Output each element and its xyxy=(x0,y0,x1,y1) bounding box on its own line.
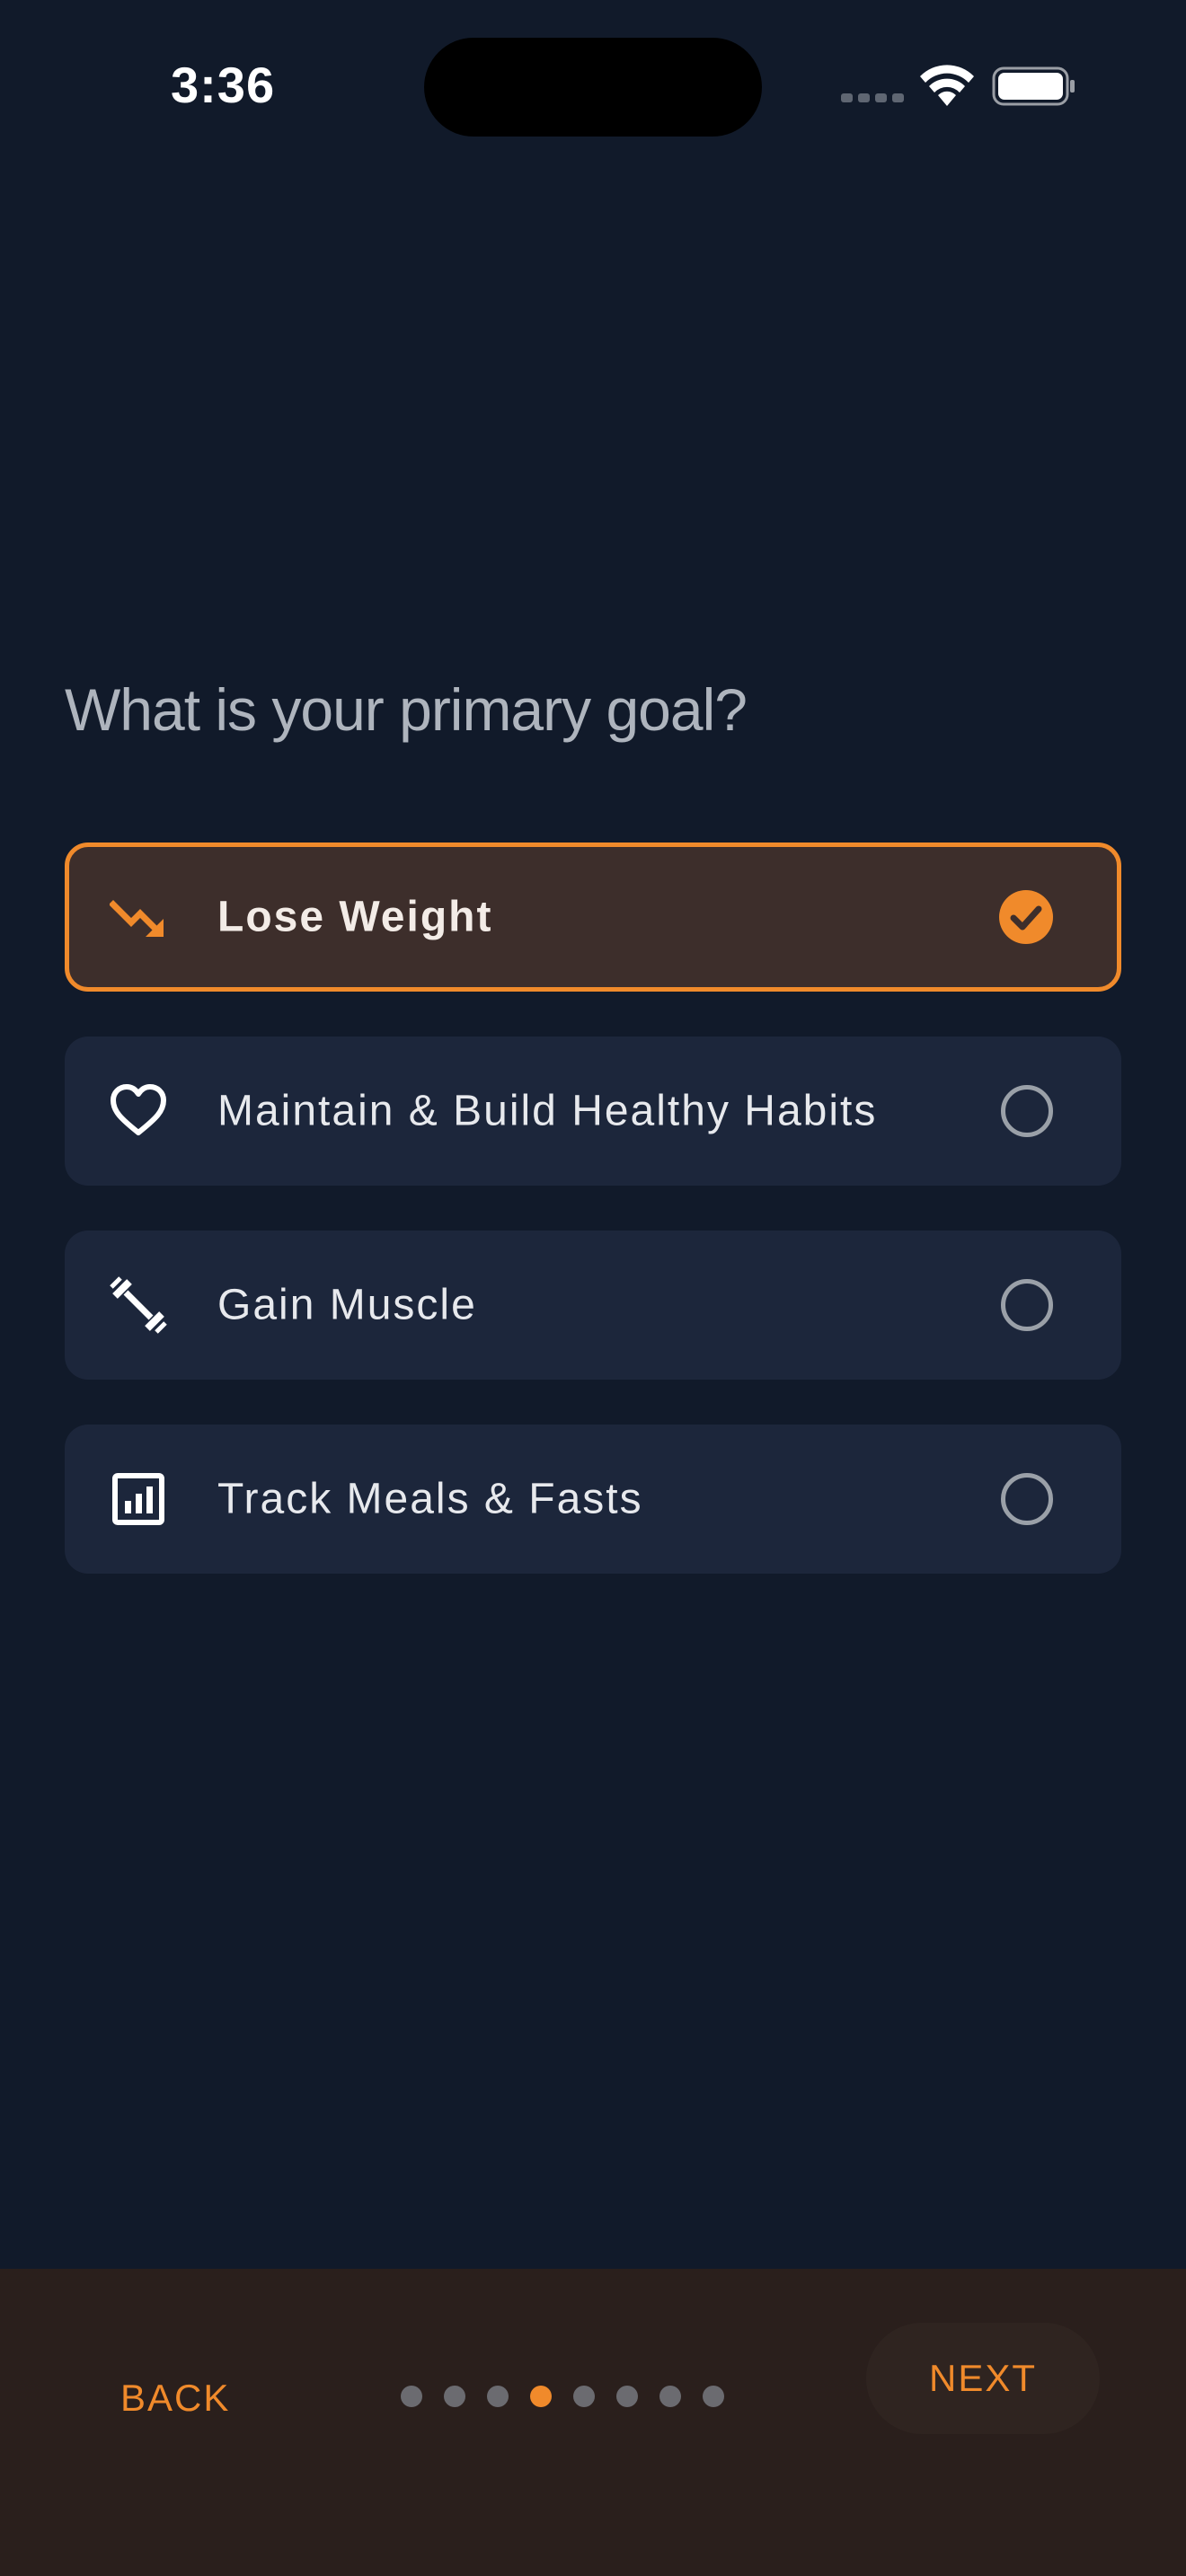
option-label: Track Meals & Fasts xyxy=(217,1475,643,1523)
option-lose-weight[interactable]: Lose Weight xyxy=(65,842,1121,992)
status-time: 3:36 xyxy=(171,57,276,113)
status-bar: 3:36 xyxy=(0,0,1186,180)
option-maintain-healthy-habits[interactable]: Maintain & Build Healthy Habits xyxy=(65,1037,1121,1186)
page-dot xyxy=(616,2386,638,2407)
page-dot xyxy=(703,2386,724,2407)
option-track-meals-fasts[interactable]: Track Meals & Fasts xyxy=(65,1425,1121,1574)
option-label: Maintain & Build Healthy Habits xyxy=(217,1087,878,1135)
page-dot xyxy=(401,2386,422,2407)
radio-unchecked-icon xyxy=(1001,1279,1053,1331)
radio-unchecked-icon xyxy=(1001,1085,1053,1137)
page-dot xyxy=(444,2386,465,2407)
page-indicator xyxy=(401,2386,724,2407)
checkmark-circle-icon xyxy=(999,890,1053,944)
question-title: What is your primary goal? xyxy=(65,676,748,743)
back-button[interactable]: BACK xyxy=(120,2377,230,2420)
battery-icon xyxy=(992,66,1075,106)
bar-chart-icon xyxy=(112,1473,164,1525)
next-button[interactable]: NEXT xyxy=(866,2323,1100,2434)
option-gain-muscle[interactable]: Gain Muscle xyxy=(65,1231,1121,1380)
page-dot-active xyxy=(530,2386,552,2407)
option-label: Lose Weight xyxy=(217,893,493,941)
page-dot xyxy=(573,2386,595,2407)
dynamic-island xyxy=(424,38,762,137)
heart-icon xyxy=(111,1084,166,1135)
trending-down-icon xyxy=(110,900,164,937)
page-dot xyxy=(659,2386,681,2407)
bottom-navigation-bar: BACK NEXT xyxy=(0,2269,1186,2576)
radio-unchecked-icon xyxy=(1001,1473,1053,1525)
page-dot xyxy=(487,2386,509,2407)
option-label: Gain Muscle xyxy=(217,1281,477,1329)
wifi-icon xyxy=(920,65,974,106)
next-button-label: NEXT xyxy=(928,2357,1037,2399)
cellular-signal-icon xyxy=(841,93,904,102)
dumbbell-icon xyxy=(110,1276,167,1334)
